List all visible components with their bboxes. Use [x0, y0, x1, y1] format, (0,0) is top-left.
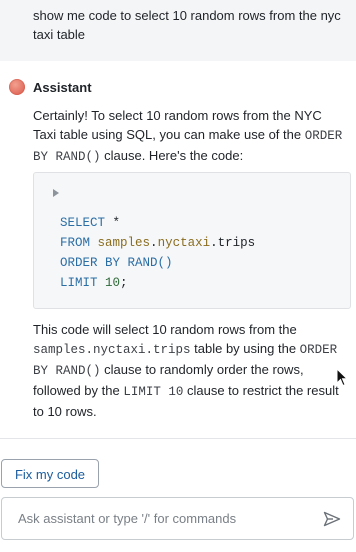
- code-text: ;: [120, 276, 128, 290]
- code-identifier: nyctaxi: [157, 236, 211, 250]
- send-icon[interactable]: [323, 511, 341, 527]
- divider: [0, 438, 356, 439]
- code-block: SELECT * FROM samples.nyctaxi.trips ORDER …: [33, 172, 351, 309]
- assistant-explanation-text: This code will select 10 random rows fro…: [33, 320, 345, 421]
- code-lines: SELECT * FROM samples.nyctaxi.trips ORDER …: [60, 213, 255, 293]
- intro-text-after: clause. Here's the code:: [100, 148, 244, 163]
- explain-text: This code will select 10 random rows fro…: [33, 322, 297, 337]
- play-icon[interactable]: [51, 187, 61, 199]
- assistant-avatar-icon: [9, 79, 25, 95]
- mouse-cursor-icon: [336, 368, 348, 387]
- code-line-2: FROM samples.nyctaxi.trips: [60, 233, 255, 253]
- code-line-3: ORDER BY RAND(): [60, 253, 255, 273]
- code-function: RAND(): [127, 256, 173, 270]
- explain-inline-code: samples.nyctaxi.trips: [33, 343, 191, 357]
- code-keyword: FROM: [60, 236, 91, 250]
- code-text: *: [105, 216, 121, 230]
- code-keyword: LIMIT: [60, 276, 98, 290]
- explain-inline-code: LIMIT 10: [123, 385, 184, 399]
- composer: [1, 497, 354, 540]
- code-identifier: trips: [217, 236, 256, 250]
- code-line-1: SELECT *: [60, 213, 255, 233]
- code-text: .: [150, 236, 158, 250]
- code-identifier: samples: [97, 236, 151, 250]
- code-text: .: [210, 236, 218, 250]
- intro-text-before: Certainly! To select 10 random rows from…: [33, 108, 322, 142]
- user-message: show me code to select 10 random rows fr…: [0, 0, 356, 61]
- assistant-input[interactable]: [2, 498, 302, 539]
- code-keyword: SELECT: [60, 216, 106, 230]
- code-line-4: LIMIT 10;: [60, 273, 255, 293]
- user-message-text: show me code to select 10 random rows fr…: [33, 8, 341, 42]
- assistant-name: Assistant: [33, 79, 92, 95]
- explain-text: table by using the: [190, 341, 300, 356]
- code-number: 10: [105, 276, 121, 290]
- assistant-header: Assistant: [9, 78, 92, 96]
- assistant-intro-text: Certainly! To select 10 random rows from…: [33, 106, 345, 167]
- fix-my-code-button[interactable]: Fix my code: [1, 459, 99, 488]
- code-keyword: ORDER BY: [60, 256, 121, 270]
